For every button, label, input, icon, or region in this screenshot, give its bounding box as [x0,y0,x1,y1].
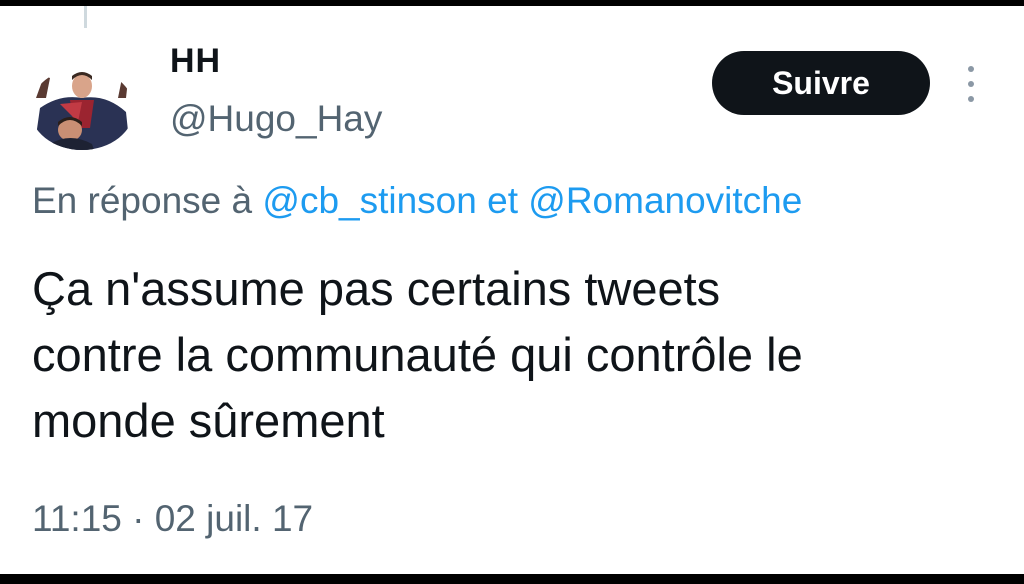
tweet-text: Ça n'assume pas certains tweets contre l… [32,256,992,454]
avatar[interactable] [30,68,134,150]
tweet-text-line: Ça n'assume pas certains tweets [32,262,721,315]
more-dot [968,81,974,87]
mention-link-cb-stinson[interactable]: @cb_stinson [262,180,476,221]
follow-button[interactable]: Suivre [712,51,930,115]
tweet-text-line: contre la communauté qui contrôle le [32,328,803,381]
bottom-border [0,574,1024,584]
reply-prefix: En réponse à [32,180,253,221]
tweet-text-line: monde sûrement [32,394,385,447]
reply-context: En réponse à @cb_stinson et @Romanovitch… [32,180,802,222]
more-dot [968,96,974,102]
display-name[interactable]: HH [170,42,221,81]
user-handle[interactable]: @Hugo_Hay [170,98,382,140]
more-vertical-icon[interactable] [960,66,982,102]
avatar-photo [30,68,134,150]
mention-link-romanovitche[interactable]: @Romanovitche [528,180,802,221]
tweet-card: HH @Hugo_Hay Suivre En réponse à @cb_sti… [0,6,1024,574]
timestamp[interactable]: 11:15 · 02 juil. 17 [32,498,313,540]
reply-conjunction: et [487,180,518,221]
more-dot [968,66,974,72]
thread-connector [84,6,87,28]
